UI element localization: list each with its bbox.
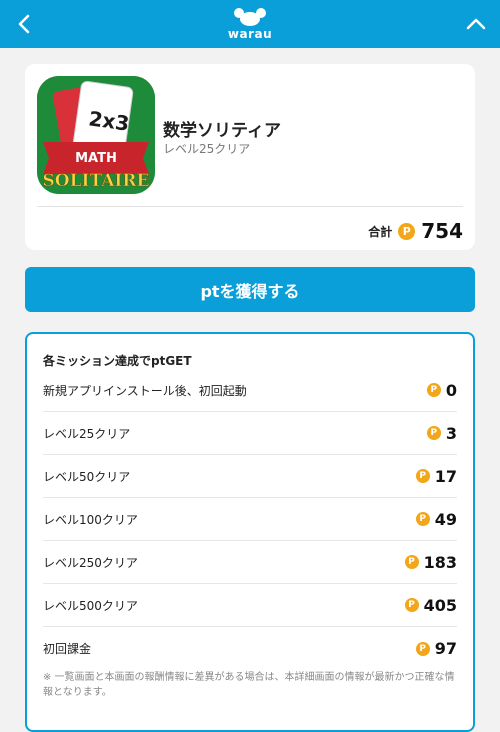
mission-points: P 17 <box>415 466 457 486</box>
total-label: 合計 <box>368 224 393 239</box>
icon-text-mid: MATH <box>75 151 117 166</box>
mission-points-value: 0 <box>445 380 457 400</box>
top-header: warau <box>0 0 500 48</box>
mission-points-value: 183 <box>423 552 457 572</box>
back-button[interactable] <box>0 0 48 48</box>
mission-label: レベル250クリア <box>43 555 138 570</box>
warau-logo[interactable]: warau <box>220 6 280 42</box>
mission-points: P 0 <box>426 380 457 400</box>
missions-list: 新規アプリインストール後、初回起動 P 0 レベル25クリア P 3 レベル50… <box>43 369 457 670</box>
mission-row: 初回課金 P 97 <box>43 627 457 670</box>
mission-points-value: 49 <box>434 509 457 529</box>
total-points: 754 <box>421 219 463 243</box>
point-coin-icon: P <box>404 555 419 569</box>
mission-points-value: 3 <box>445 423 457 443</box>
point-coin-icon: P <box>415 512 430 526</box>
mission-points-value: 97 <box>434 639 457 658</box>
math-solitaire-icon: 2x3 MATH SOLITAIRE <box>37 76 155 194</box>
mission-row: レベル50クリア P 17 <box>43 455 457 498</box>
divider <box>37 206 463 207</box>
mission-row: レベル250クリア P 183 <box>43 541 457 584</box>
app-card: 2x3 MATH SOLITAIRE 数学ソリティア レベル25クリア 合計 P… <box>25 64 475 250</box>
logo-mark-icon <box>234 8 266 26</box>
point-coin-icon: P <box>415 469 430 483</box>
mission-row: レベル500クリア P 405 <box>43 584 457 627</box>
mission-row: 新規アプリインストール後、初回起動 P 0 <box>43 369 457 412</box>
mission-label: 初回課金 <box>43 642 92 656</box>
app-name: 数学ソリティア <box>163 121 281 141</box>
mission-label: 新規アプリインストール後、初回起動 <box>43 383 247 398</box>
mission-points: P 183 <box>404 552 457 572</box>
mission-row: レベル25クリア P 3 <box>43 412 457 455</box>
point-coin-icon: P <box>398 222 416 240</box>
point-coin-icon: P <box>426 426 441 440</box>
mission-label: レベル25クリア <box>43 426 131 441</box>
mission-points: P 405 <box>404 595 457 615</box>
collapse-button[interactable] <box>452 0 500 48</box>
chevron-left-icon <box>18 14 30 34</box>
point-coin-icon: P <box>404 598 419 612</box>
mission-points: P 49 <box>415 509 457 529</box>
mission-points: P 97 <box>415 639 457 658</box>
logo-text: warau <box>227 27 273 41</box>
app-icon[interactable]: 2x3 MATH SOLITAIRE <box>37 76 155 194</box>
mission-points-value: 405 <box>423 595 457 615</box>
disclaimer-note: ※ 一覧画面と本画面の報酬情報に差異がある場合は、本詳細画面の情報が最新かつ正確… <box>43 672 455 698</box>
get-points-button[interactable]: ptを獲得する <box>25 267 475 312</box>
mission-points: P 3 <box>426 423 457 443</box>
missions-panel: 各ミッション達成でptGET 新規アプリインストール後、初回起動 P 0 レベル… <box>25 332 475 732</box>
chevron-up-icon <box>466 18 486 30</box>
total-points-row: 合計 P 754 <box>368 216 463 246</box>
mission-label: レベル100クリア <box>43 512 138 527</box>
mission-label: レベル500クリア <box>43 598 138 613</box>
mission-points-value: 17 <box>434 466 457 486</box>
icon-text-bottom: SOLITAIRE <box>43 171 150 191</box>
point-coin-icon: P <box>415 641 430 656</box>
mission-label: レベル50クリア <box>43 469 131 484</box>
app-subtitle: レベル25クリア <box>163 142 251 156</box>
mission-row: レベル100クリア P 49 <box>43 498 457 541</box>
point-coin-icon: P <box>426 383 441 397</box>
missions-title: 各ミッション達成でptGET <box>43 354 192 368</box>
